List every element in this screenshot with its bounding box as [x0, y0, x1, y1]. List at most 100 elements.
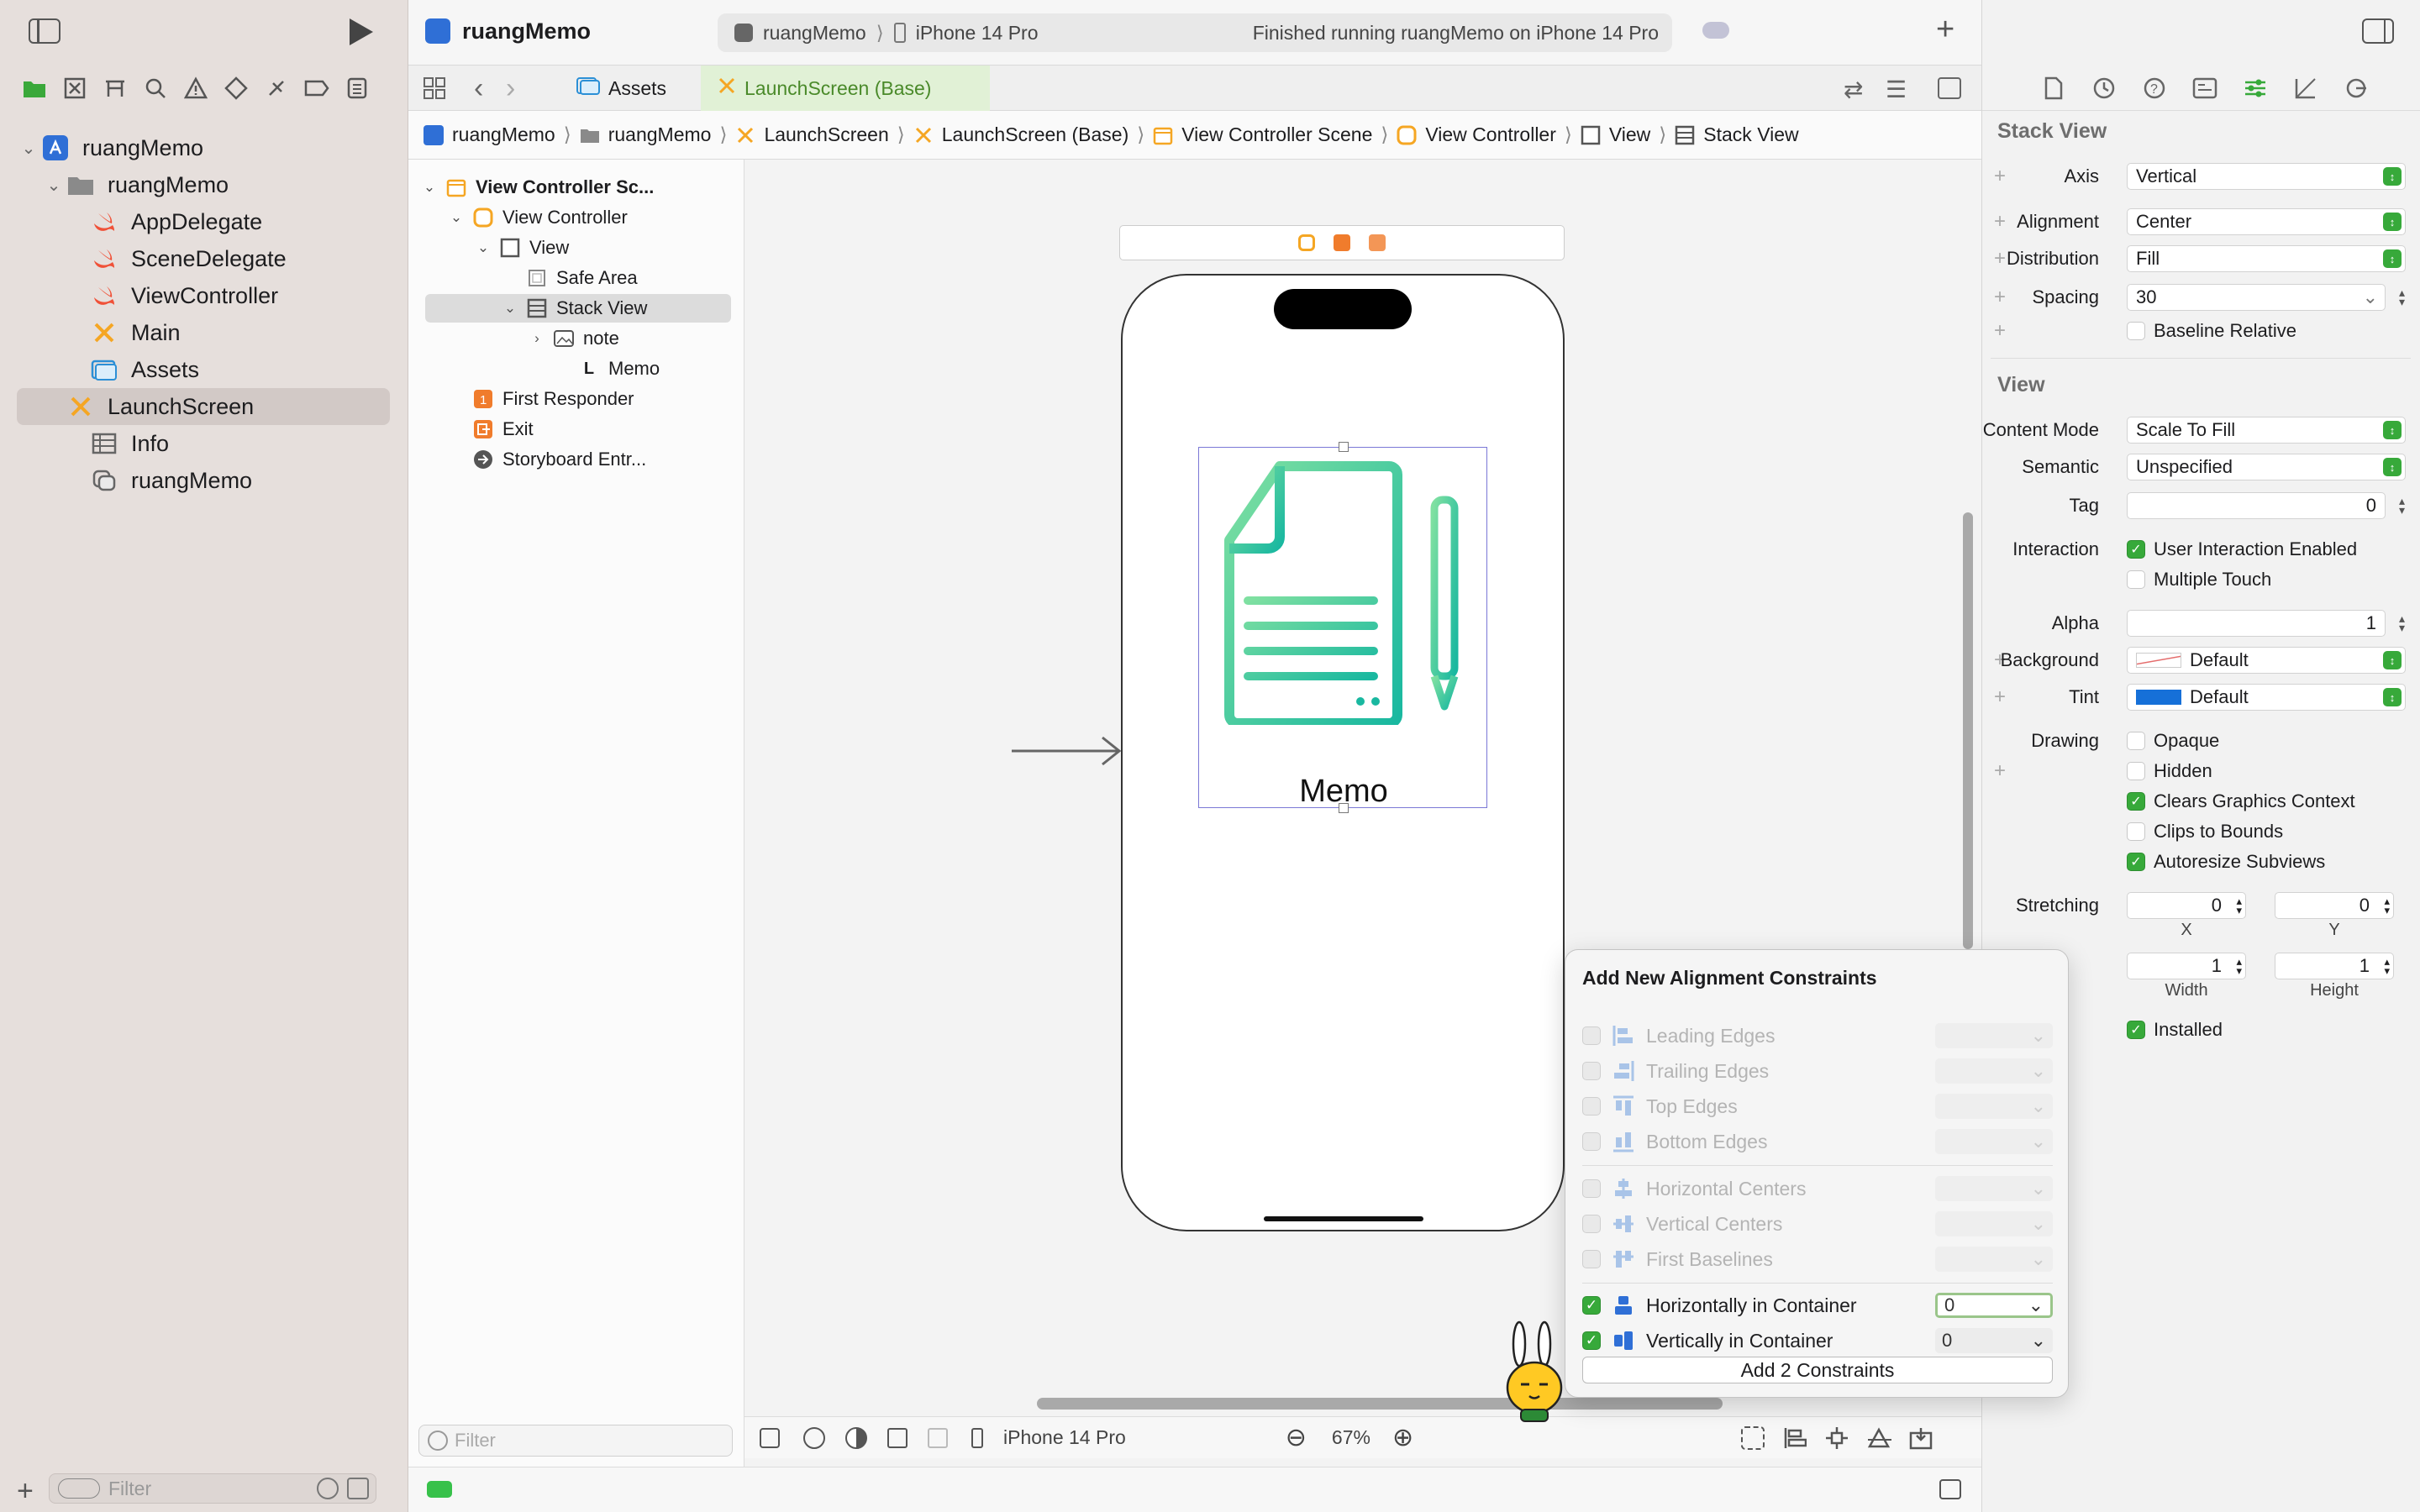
- orientation-icon[interactable]: [887, 1427, 908, 1448]
- stepper-icon[interactable]: ▴ ▾: [2236, 895, 2242, 916]
- breadcrumb-item[interactable]: View Controller: [1425, 123, 1556, 146]
- tag-stepper[interactable]: ▴ ▾: [2399, 495, 2405, 516]
- stepper-icon[interactable]: ▴ ▾: [2384, 956, 2390, 976]
- outline-item-view[interactable]: ⌄ View: [474, 234, 731, 262]
- outline-item-scene[interactable]: ⌄ View Controller Sc...: [420, 173, 731, 202]
- disclosure-open-icon[interactable]: ⌄: [420, 179, 439, 196]
- constraint-value-select[interactable]: ⌄: [1935, 1058, 2053, 1084]
- inspector-toggle-icon[interactable]: [2362, 18, 2394, 44]
- outline-filter-input[interactable]: Filter: [455, 1430, 496, 1452]
- connections-inspector-icon[interactable]: [2340, 72, 2372, 104]
- constraint-checkbox[interactable]: [1582, 1215, 1601, 1233]
- tree-item-file[interactable]: Info: [66, 425, 390, 462]
- autoresize-checkbox[interactable]: ✓ Autoresize Subviews: [2127, 851, 2325, 873]
- split-editor-icon[interactable]: [1938, 77, 1961, 99]
- memo-label[interactable]: Memo: [1199, 774, 1488, 810]
- tree-item-file[interactable]: ruangMemo: [66, 462, 390, 499]
- alpha-field[interactable]: 1 ▴ ▾: [2127, 610, 2405, 637]
- storyboard-entry-arrow[interactable]: [1012, 734, 1123, 768]
- filter-options-icon[interactable]: [58, 1478, 100, 1499]
- checkbox-box[interactable]: [2127, 762, 2145, 780]
- outline-filter[interactable]: Filter: [418, 1425, 733, 1457]
- axis-popup[interactable]: Vertical ↕: [2127, 163, 2406, 190]
- tree-item-file-selected[interactable]: LaunchScreen: [17, 388, 390, 425]
- device-icon[interactable]: [971, 1427, 983, 1448]
- clips-to-bounds-checkbox[interactable]: Clips to Bounds: [2127, 821, 2283, 843]
- tree-item-file[interactable]: SceneDelegate: [66, 240, 390, 277]
- folder-navigator-icon[interactable]: [18, 72, 50, 104]
- source-control-icon[interactable]: [59, 72, 91, 104]
- outline-item-view-controller[interactable]: ⌄ View Controller: [447, 203, 731, 232]
- checkbox-box[interactable]: [2127, 822, 2145, 841]
- stretching-height-field[interactable]: 1 ▴ ▾: [2275, 953, 2394, 979]
- tab-launchscreen[interactable]: LaunchScreen (Base): [701, 66, 990, 111]
- constraint-value-select[interactable]: ⌄: [1935, 1176, 2053, 1201]
- checkbox-checked-icon[interactable]: ✓: [2127, 853, 2145, 871]
- back-icon[interactable]: ‹: [474, 72, 483, 105]
- tree-item-file[interactable]: AppDelegate: [66, 203, 390, 240]
- alignment-popup[interactable]: Center ↕: [2127, 208, 2406, 235]
- outline-item-storyboard-entry[interactable]: Storyboard Entr...: [447, 445, 731, 474]
- stepper-icon[interactable]: ▴ ▾: [2236, 956, 2242, 976]
- disclosure-open-icon[interactable]: ⌄: [447, 209, 466, 226]
- debug-area-toggle-icon[interactable]: [1939, 1479, 1961, 1499]
- alpha-stepper[interactable]: ▴ ▾: [2399, 612, 2405, 633]
- tree-item-group[interactable]: ⌄ ruangMemo: [42, 166, 390, 203]
- distribution-popup[interactable]: Fill ↕: [2127, 245, 2406, 272]
- breadcrumb-item[interactable]: View: [1609, 123, 1650, 146]
- stretching-y-field[interactable]: 0 ▴ ▾: [2275, 892, 2394, 919]
- add-variation-icon[interactable]: +: [1994, 286, 2006, 309]
- user-interaction-checkbox[interactable]: ✓ User Interaction Enabled: [2127, 538, 2357, 560]
- issue-navigator-icon[interactable]: [180, 72, 212, 104]
- opaque-checkbox[interactable]: Opaque: [2127, 730, 2219, 752]
- constraint-checkbox[interactable]: [1582, 1062, 1601, 1080]
- constraint-checkbox-checked[interactable]: ✓: [1582, 1331, 1601, 1350]
- zoom-in-icon[interactable]: ⊕: [1392, 1423, 1413, 1452]
- device-name[interactable]: iPhone 14 Pro: [1003, 1426, 1126, 1449]
- add-variation-icon[interactable]: +: [1994, 247, 2006, 270]
- scheme-device[interactable]: iPhone 14 Pro: [916, 22, 1039, 45]
- tree-item-file[interactable]: Assets: [66, 351, 390, 388]
- layout-icon[interactable]: [928, 1427, 948, 1448]
- constraint-value-select[interactable]: ⌄: [1935, 1094, 2053, 1119]
- disclosure-open-icon[interactable]: ⌄: [17, 138, 40, 159]
- add-file-button[interactable]: +: [17, 1475, 34, 1508]
- add-variation-icon[interactable]: +: [1994, 319, 2006, 343]
- constraint-checkbox[interactable]: [1582, 1097, 1601, 1116]
- outline-item-stack-view[interactable]: ⌄ Stack View: [425, 294, 731, 323]
- view-controller-dock-icon[interactable]: [1298, 234, 1315, 251]
- constraint-value-select[interactable]: ⌄: [1935, 1129, 2053, 1154]
- identity-inspector-icon[interactable]: [2189, 72, 2221, 104]
- file-inspector-icon[interactable]: [2038, 72, 2070, 104]
- tree-item-project[interactable]: ⌄ ruangMemo: [17, 129, 390, 166]
- embed-in-icon[interactable]: [1909, 1426, 1933, 1450]
- add-constraints-icon[interactable]: [1825, 1426, 1849, 1450]
- navigator-filter-input[interactable]: Filter: [108, 1478, 151, 1500]
- editor-options-icon[interactable]: ☰: [1886, 76, 1907, 103]
- help-inspector-icon[interactable]: ?: [2139, 72, 2170, 104]
- tag-field[interactable]: 0 ▴ ▾: [2127, 492, 2405, 519]
- navigator-filter[interactable]: Filter: [49, 1473, 376, 1504]
- add-variation-icon[interactable]: +: [1994, 759, 2006, 783]
- tree-item-file[interactable]: Main: [66, 314, 390, 351]
- spacing-stepper[interactable]: ▴ ▾: [2399, 286, 2405, 307]
- constraint-value-select[interactable]: ⌄: [1935, 1023, 2053, 1048]
- zoom-level[interactable]: 67%: [1332, 1426, 1370, 1449]
- constraint-value-select[interactable]: 0 ⌄: [1935, 1328, 2053, 1353]
- stretching-width-field[interactable]: 1 ▴ ▾: [2127, 953, 2246, 979]
- stack-view-selection[interactable]: Memo: [1198, 442, 1488, 813]
- add-variation-icon[interactable]: +: [1994, 165, 2006, 188]
- update-frames-icon[interactable]: [1741, 1425, 1765, 1450]
- breadcrumb-item[interactable]: LaunchScreen: [764, 123, 888, 146]
- breadcrumb-item[interactable]: LaunchScreen (Base): [942, 123, 1128, 146]
- find-navigator-icon[interactable]: [139, 72, 171, 104]
- tree-item-file[interactable]: ViewController: [66, 277, 390, 314]
- debug-area-indicator-icon[interactable]: [427, 1481, 452, 1498]
- stretching-x-field[interactable]: 0 ▴ ▾: [2127, 892, 2246, 919]
- breadcrumb-item[interactable]: ruangMemo: [452, 123, 555, 146]
- constraint-checkbox[interactable]: [1582, 1132, 1601, 1151]
- sidebar-toggle-icon[interactable]: [29, 18, 60, 44]
- checkbox-checked-icon[interactable]: ✓: [2127, 792, 2145, 811]
- breakpoint-navigator-icon[interactable]: [301, 72, 333, 104]
- first-responder-dock-icon[interactable]: [1334, 234, 1350, 251]
